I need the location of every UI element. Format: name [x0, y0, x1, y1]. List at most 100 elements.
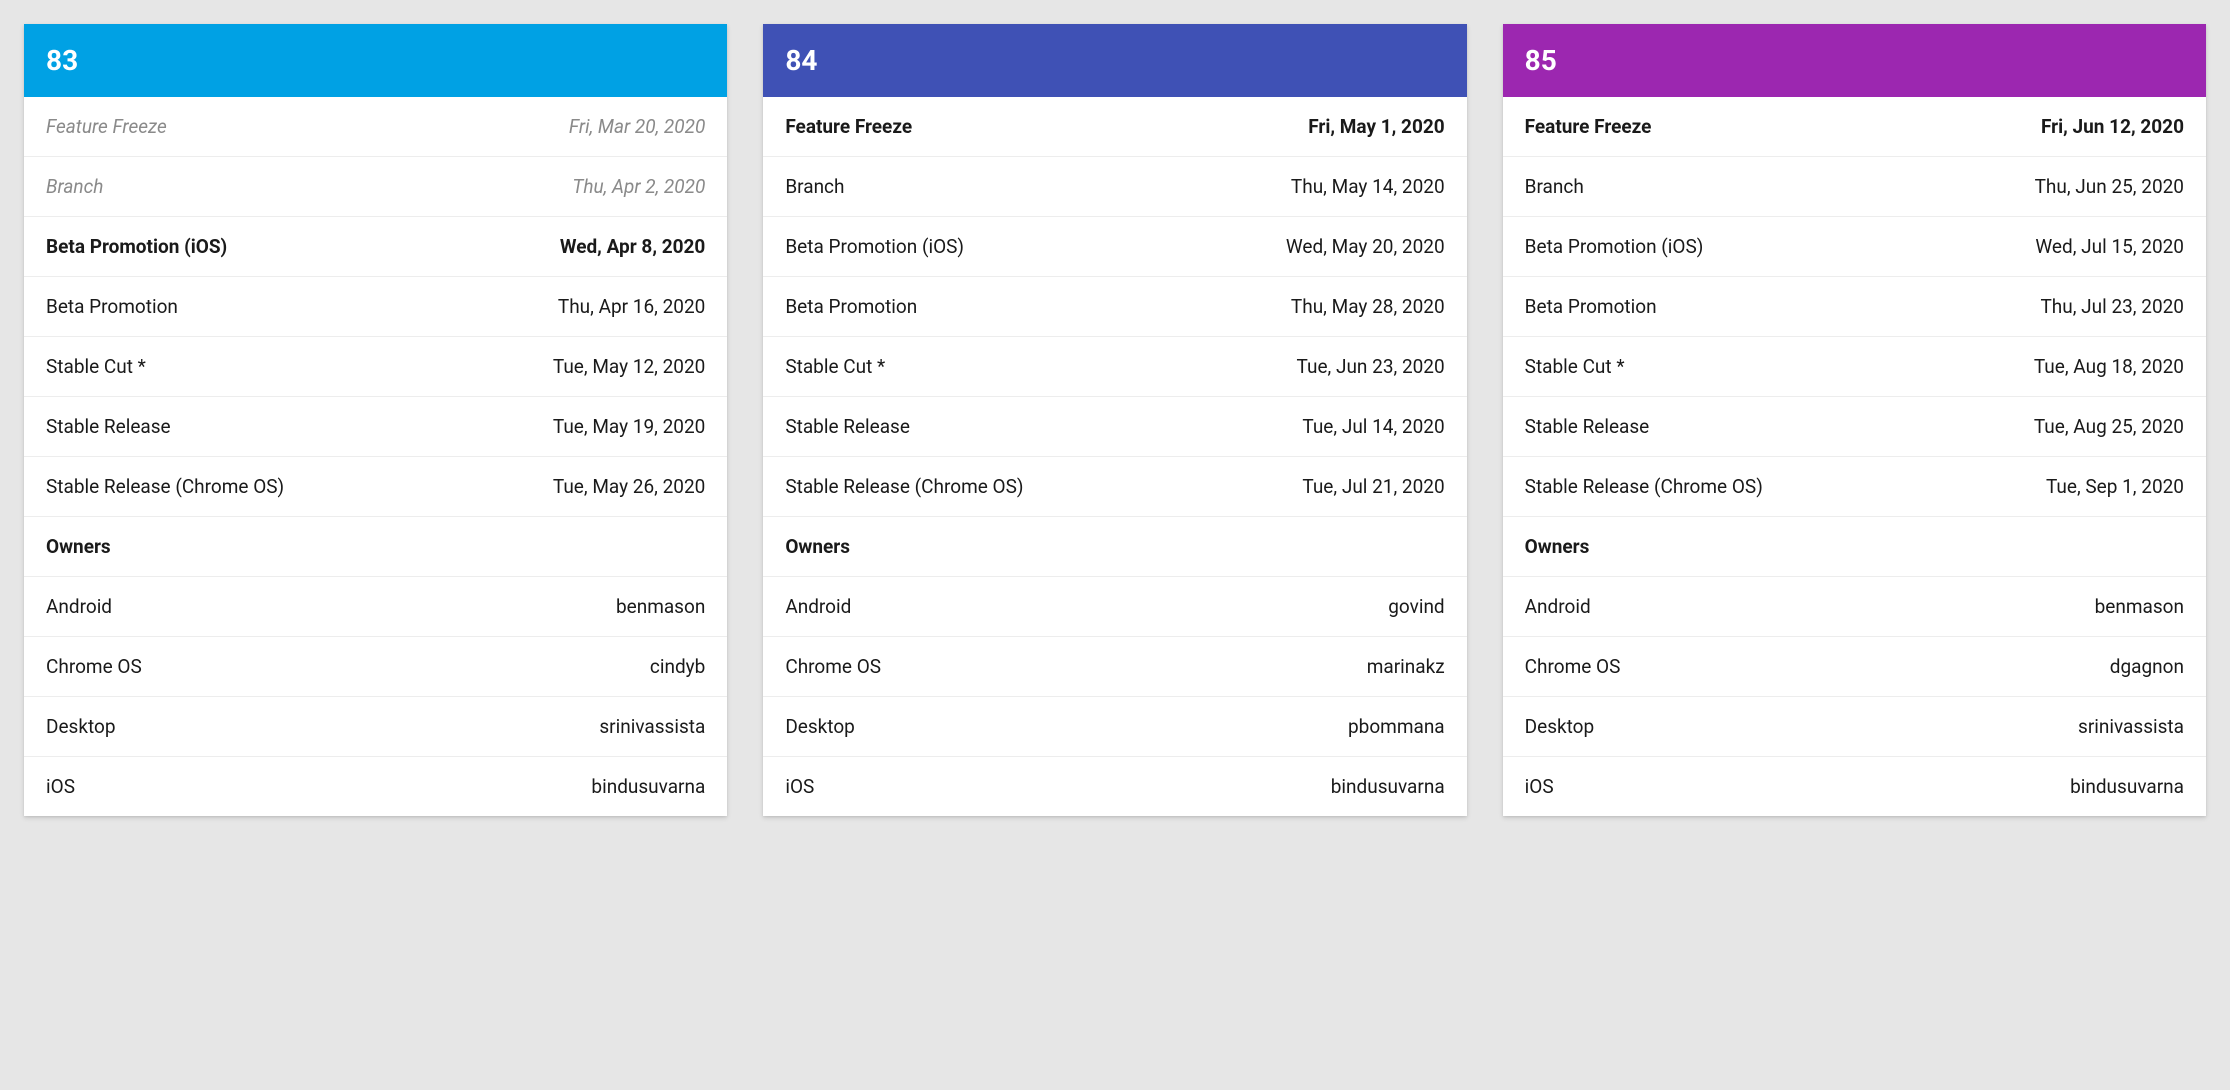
milestone-row: Beta Promotion Thu, May 28, 2020 — [763, 277, 1466, 337]
milestone-row: Stable ReleaseTue, Jul 14, 2020 — [763, 397, 1466, 457]
owners-heading: Owners — [1503, 517, 2206, 577]
milestone-date: Wed, Jul 15, 2020 — [2035, 235, 2184, 258]
milestone-row: Branch Thu, Apr 2, 2020 — [24, 157, 727, 217]
release-version-header[interactable]: 85 — [1503, 24, 2206, 97]
milestone-date: Wed, May 20, 2020 — [1286, 235, 1445, 258]
milestone-row: Stable Cut * Tue, Jun 23, 2020 — [763, 337, 1466, 397]
owner-platform: Android — [1525, 595, 1591, 618]
milestone-date: Wed, Apr 8, 2020 — [560, 235, 705, 258]
milestone-label: Feature Freeze — [1525, 115, 1652, 138]
owner-row: iOS bindusuvarna — [1503, 757, 2206, 816]
milestone-row: Stable Release (Chrome OS) Tue, Sep 1, 20… — [1503, 457, 2206, 517]
owner-row: Desktop srinivassista — [24, 697, 727, 757]
release-card-84: 84 Feature Freeze Fri, May 1, 2020 Branch Th… — [763, 24, 1466, 816]
owner-platform: iOS — [46, 775, 75, 798]
release-version-header[interactable]: 84 — [763, 24, 1466, 97]
milestone-row: Feature Freeze Fri, May 1, 2020 — [763, 97, 1466, 157]
milestone-row: Stable Release (Chrome OS) Tue, Jul 21, 2… — [763, 457, 1466, 517]
owner-row: Chrome OS dgagnon — [1503, 637, 2206, 697]
milestone-date: Tue, Jul 14, 2020 — [1302, 415, 1444, 438]
owner-row: Desktoppbommana — [763, 697, 1466, 757]
milestone-label: Beta Promotion (iOS) — [785, 235, 964, 258]
milestone-label: Stable Release — [1525, 415, 1650, 438]
owner-name[interactable]: srinivassista — [2078, 715, 2184, 738]
milestone-label: Stable Cut * — [1525, 355, 1625, 378]
owner-name[interactable]: benmason — [2095, 595, 2184, 618]
owner-platform: Desktop — [1525, 715, 1595, 738]
milestone-date: Tue, May 12, 2020 — [553, 355, 705, 378]
milestone-row: Beta Promotion (iOS) Wed, May 20, 2020 — [763, 217, 1466, 277]
milestone-row: Stable Cut * Tue, Aug 18, 2020 — [1503, 337, 2206, 397]
owner-platform: iOS — [1525, 775, 1554, 798]
milestone-date: Thu, May 14, 2020 — [1291, 175, 1445, 198]
milestone-label: Stable Release — [46, 415, 171, 438]
owner-name[interactable]: dgagnon — [2110, 655, 2184, 678]
owner-row: iOS bindusuvarna — [24, 757, 727, 816]
owner-platform: Chrome OS — [46, 655, 142, 678]
milestone-row: Stable Release Tue, May 19, 2020 — [24, 397, 727, 457]
milestone-label: Stable Release (Chrome OS) — [46, 475, 284, 498]
milestone-date: Tue, Jun 23, 2020 — [1297, 355, 1445, 378]
owner-name[interactable]: marinakz — [1367, 655, 1445, 678]
milestone-label: Stable Release (Chrome OS) — [1525, 475, 1763, 498]
milestone-date: Tue, Aug 25, 2020 — [2034, 415, 2184, 438]
milestone-row: Beta PromotionThu, Jul 23, 2020 — [1503, 277, 2206, 337]
owner-row: iOS bindusuvarna — [763, 757, 1466, 816]
owner-row: Android govind — [763, 577, 1466, 637]
milestone-row: Stable Cut * Tue, May 12, 2020 — [24, 337, 727, 397]
owners-heading: Owners — [763, 517, 1466, 577]
owner-row: Desktop srinivassista — [1503, 697, 2206, 757]
owner-name[interactable]: bindusuvarna — [1331, 775, 1445, 798]
milestone-date: Tue, Jul 21, 2020 — [1302, 475, 1444, 498]
milestone-label: Beta Promotion — [1525, 295, 1657, 318]
owner-platform: Android — [46, 595, 112, 618]
milestone-row: Beta Promotion (iOS) Wed, Apr 8, 2020 — [24, 217, 727, 277]
milestone-date: Thu, Apr 2, 2020 — [572, 175, 705, 198]
milestone-row: Feature Freeze Fri, Jun 12, 2020 — [1503, 97, 2206, 157]
milestone-date: Fri, Jun 12, 2020 — [2041, 115, 2184, 138]
milestone-date: Fri, Mar 20, 2020 — [569, 115, 705, 138]
owner-row: Chrome OS marinakz — [763, 637, 1466, 697]
milestone-row: Branch Thu, May 14, 2020 — [763, 157, 1466, 217]
owner-name[interactable]: pbommana — [1348, 715, 1445, 738]
milestone-label: Branch — [46, 175, 103, 198]
milestone-row: Feature Freeze Fri, Mar 20, 2020 — [24, 97, 727, 157]
milestone-date: Tue, Aug 18, 2020 — [2034, 355, 2184, 378]
owner-row: Android benmason — [24, 577, 727, 637]
owner-name[interactable]: govind — [1388, 595, 1444, 618]
milestone-label: Beta Promotion (iOS) — [1525, 235, 1704, 258]
owner-platform: iOS — [785, 775, 814, 798]
milestone-date: Tue, Sep 1, 2020 — [2046, 475, 2184, 498]
owner-name[interactable]: cindyb — [650, 655, 705, 678]
milestone-label: Stable Release (Chrome OS) — [785, 475, 1023, 498]
owner-platform: Desktop — [46, 715, 116, 738]
milestone-date: Thu, Jun 25, 2020 — [2035, 175, 2184, 198]
owner-row: Android benmason — [1503, 577, 2206, 637]
milestone-date: Tue, May 26, 2020 — [553, 475, 705, 498]
milestone-label: Beta Promotion (iOS) — [46, 235, 227, 258]
milestone-label: Feature Freeze — [785, 115, 912, 138]
release-cards-container: 83Feature FreezeFri, Mar 20, 2020BranchT… — [24, 24, 2206, 816]
milestone-label: Feature Freeze — [46, 115, 167, 138]
release-version-header[interactable]: 83 — [24, 24, 727, 97]
milestone-label: Beta Promotion — [785, 295, 917, 318]
release-card-83: 83 Feature Freeze Fri, Mar 20, 2020 Branch T… — [24, 24, 727, 816]
milestone-date: Fri, May 1, 2020 — [1308, 115, 1444, 138]
milestone-row: Beta Promotion (iOS) Wed, Jul 15, 2020 — [1503, 217, 2206, 277]
owner-name[interactable]: bindusuvarna — [591, 775, 705, 798]
milestone-label: Stable Cut * — [785, 355, 885, 378]
milestone-row: Stable Release (Chrome OS) Tue, May 26, 2… — [24, 457, 727, 517]
owner-row: Chrome OS cindyb — [24, 637, 727, 697]
owner-name[interactable]: bindusuvarna — [2070, 775, 2184, 798]
milestone-date: Tue, May 19, 2020 — [553, 415, 705, 438]
owners-heading: Owners — [24, 517, 727, 577]
milestone-label: Stable Cut * — [46, 355, 146, 378]
milestone-row: BranchThu, Jun 25, 2020 — [1503, 157, 2206, 217]
owner-name[interactable]: srinivassista — [599, 715, 705, 738]
milestone-date: Thu, May 28, 2020 — [1291, 295, 1445, 318]
owner-platform: Chrome OS — [785, 655, 881, 678]
milestone-label: Branch — [785, 175, 844, 198]
owner-platform: Chrome OS — [1525, 655, 1621, 678]
owner-platform: Android — [785, 595, 851, 618]
owner-name[interactable]: benmason — [616, 595, 705, 618]
